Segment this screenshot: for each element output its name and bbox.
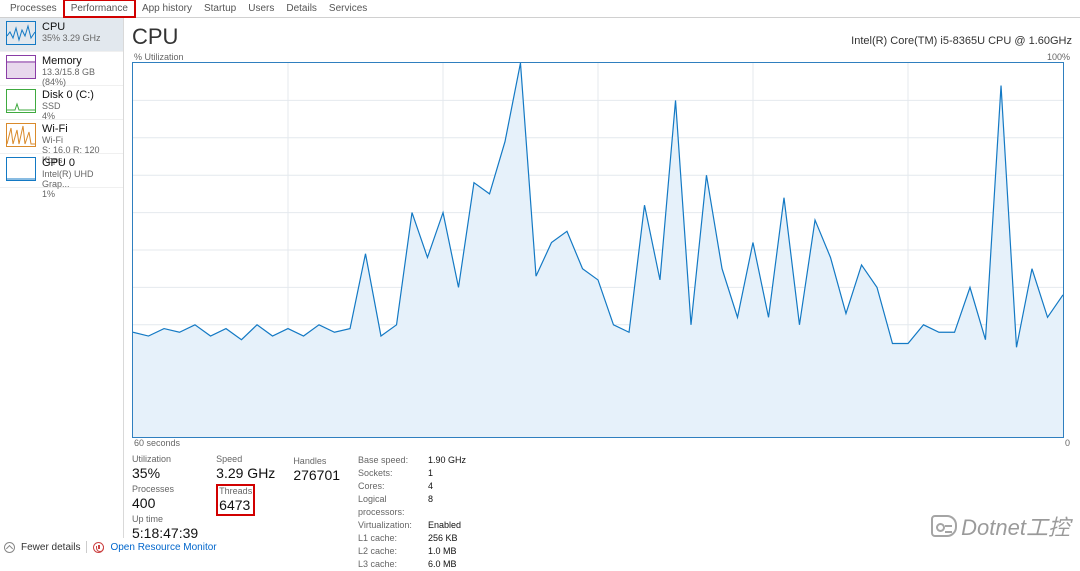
y-axis-max: 100% — [1047, 52, 1070, 62]
sidebar-item-title: CPU — [42, 21, 101, 33]
stat-value: 276701 — [293, 466, 340, 484]
spec-key: L1 cache: — [358, 532, 428, 545]
tab-bar: ProcessesPerformanceApp historyStartupUs… — [0, 0, 1080, 18]
stat-label: Processes — [132, 484, 198, 494]
sidebar-item-title: Memory — [42, 55, 119, 67]
sidebar-item-title: GPU 0 — [42, 157, 119, 169]
uptime-label: Up time — [132, 514, 198, 524]
sidebar-item-sub: Wi-Fi — [42, 135, 119, 145]
stat-value: 3.29 GHz — [216, 464, 275, 482]
main-layout: CPU35% 3.29 GHzMemory13.3/15.8 GB (84%)D… — [0, 18, 1080, 538]
y-axis-label: % Utilization — [134, 52, 184, 62]
stat-label: Speed — [216, 454, 275, 464]
spec-key: Base speed: — [358, 454, 428, 467]
stat-label: Handles — [293, 456, 340, 466]
page-title: CPU — [132, 24, 178, 50]
spec-key: Logical processors: — [358, 493, 428, 519]
sidebar-item-title: Wi-Fi — [42, 123, 119, 135]
spec-value: 1.90 GHz — [428, 454, 466, 467]
spec-key: Virtualization: — [358, 519, 428, 532]
spec-row: Virtualization:Enabled — [358, 519, 466, 532]
sidebar-item-wi-fi[interactable]: Wi-FiWi-FiS: 16.0 R: 120 Kbps — [0, 120, 123, 154]
spec-row: Cores:4 — [358, 480, 466, 493]
stat-value: 35% — [132, 464, 198, 482]
spec-key: L3 cache: — [358, 558, 428, 571]
spec-value: 6.0 MB — [428, 558, 457, 571]
spec-row: Logical processors:8 — [358, 493, 466, 519]
sidebar-item-title: Disk 0 (C:) — [42, 89, 94, 101]
tab-details[interactable]: Details — [280, 1, 323, 16]
footer-bar: Fewer details Open Resource Monitor — [4, 538, 217, 556]
open-resource-monitor-link[interactable]: Open Resource Monitor — [110, 542, 216, 553]
stat-highlight-threads: Threads6473 — [216, 484, 255, 516]
tab-services[interactable]: Services — [323, 1, 373, 16]
spec-value: 4 — [428, 480, 433, 493]
tab-processes[interactable]: Processes — [4, 1, 63, 16]
spec-value: 1.0 MB — [428, 545, 457, 558]
sidebar-thumb-icon — [6, 123, 36, 147]
sidebar-item-sub: SSD — [42, 101, 94, 111]
spec-key: Cores: — [358, 480, 428, 493]
spec-value: Enabled — [428, 519, 461, 532]
sidebar-item-sub: Intel(R) UHD Grap... — [42, 169, 119, 189]
sidebar-item-sub: 35% 3.29 GHz — [42, 33, 101, 43]
chevron-up-icon — [4, 542, 15, 553]
spec-value: 256 KB — [428, 532, 458, 545]
spec-key: Sockets: — [358, 467, 428, 480]
sidebar-item-disk-0-c-[interactable]: Disk 0 (C:)SSD4% — [0, 86, 123, 120]
stats-block: Utilization35%Processes400Up time5:18:47… — [132, 454, 1072, 571]
content-header: CPU Intel(R) Core(TM) i5-8365U CPU @ 1.6… — [132, 24, 1072, 50]
stat-value: 400 — [132, 494, 198, 512]
stat-col-c: Handles276701 — [293, 454, 340, 571]
stat-label: Utilization — [132, 454, 198, 464]
sidebar-thumb-icon — [6, 21, 36, 45]
spec-row: Sockets:1 — [358, 467, 466, 480]
tab-performance[interactable]: Performance — [63, 0, 136, 18]
tab-users[interactable]: Users — [242, 1, 280, 16]
stat-col-b: Speed3.29 GHz Threads6473 — [216, 454, 275, 571]
cpu-description: Intel(R) Core(TM) i5-8365U CPU @ 1.60GHz — [851, 35, 1072, 47]
chart-container — [132, 62, 1072, 438]
resource-monitor-icon — [93, 542, 104, 553]
fewer-details-link[interactable]: Fewer details — [21, 542, 80, 553]
spec-row: Base speed:1.90 GHz — [358, 454, 466, 467]
sidebar-item-sub2: 1% — [42, 189, 119, 199]
chart-bottom-axis: 60 seconds 0 — [132, 438, 1072, 448]
divider — [86, 541, 87, 553]
chart-top-axis: % Utilization 100% — [132, 52, 1072, 62]
sidebar-thumb-icon — [6, 55, 36, 79]
spec-value: 8 — [428, 493, 433, 519]
spec-row: L2 cache:1.0 MB — [358, 545, 466, 558]
spec-row: L1 cache:256 KB — [358, 532, 466, 545]
spec-value: 1 — [428, 467, 433, 480]
content-pane: CPU Intel(R) Core(TM) i5-8365U CPU @ 1.6… — [124, 18, 1080, 538]
sidebar-item-gpu-0[interactable]: GPU 0Intel(R) UHD Grap...1% — [0, 154, 123, 188]
spec-row: L3 cache:6.0 MB — [358, 558, 466, 571]
spec-table: Base speed:1.90 GHzSockets:1Cores:4Logic… — [358, 454, 466, 571]
tab-app-history[interactable]: App history — [136, 1, 198, 16]
sidebar-item-sub: 13.3/15.8 GB (84%) — [42, 67, 119, 87]
tab-startup[interactable]: Startup — [198, 1, 242, 16]
sidebar-item-memory[interactable]: Memory13.3/15.8 GB (84%) — [0, 52, 123, 86]
sidebar-thumb-icon — [6, 89, 36, 113]
performance-sidebar: CPU35% 3.29 GHzMemory13.3/15.8 GB (84%)D… — [0, 18, 124, 538]
x-axis-left: 60 seconds — [134, 438, 180, 448]
spec-key: L2 cache: — [358, 545, 428, 558]
sidebar-item-cpu[interactable]: CPU35% 3.29 GHz — [0, 18, 123, 52]
cpu-utilization-chart — [132, 62, 1064, 438]
x-axis-right: 0 — [1065, 438, 1070, 448]
sidebar-thumb-icon — [6, 157, 36, 181]
